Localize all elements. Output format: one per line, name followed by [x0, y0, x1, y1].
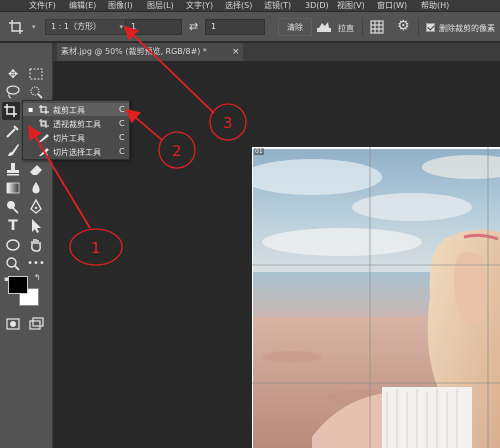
menu-window[interactable]: 窗口(W): [377, 0, 407, 11]
flyout-label: 裁剪工具: [53, 106, 85, 115]
straighten-label[interactable]: 拉直: [338, 23, 354, 34]
flyout-shortcut: C: [119, 105, 125, 114]
swap-dimensions-icon[interactable]: ⇄: [189, 20, 198, 33]
clone-stamp-tool-icon[interactable]: [4, 160, 22, 178]
move-tool-icon[interactable]: ✥: [4, 65, 22, 83]
options-bar: ▾ 1 : 1（方形） ▾ 1 ⇄ 1 清除 拉直 ⚙ 删除裁剪的像素: [0, 12, 500, 42]
quick-mask-icon[interactable]: [4, 315, 22, 333]
ratio-select[interactable]: 1 : 1（方形） ▾: [45, 19, 129, 35]
height-field[interactable]: 1: [205, 19, 265, 35]
flyout-shortcut: C: [119, 119, 125, 128]
close-icon[interactable]: ×: [232, 43, 240, 61]
brush-tool-icon[interactable]: [4, 141, 22, 159]
lasso-tool-icon[interactable]: [4, 83, 22, 101]
pen-tool-icon[interactable]: [27, 198, 45, 216]
grid-overlay-icon[interactable]: [370, 20, 384, 34]
flyout-shortcut: C: [119, 147, 125, 156]
menu-3d[interactable]: 3D(D): [305, 0, 329, 11]
ellipse-tool-icon[interactable]: [4, 236, 22, 254]
type-tool-icon[interactable]: T: [4, 217, 22, 235]
crop-icon: [39, 105, 49, 114]
menu-image[interactable]: 图像(I): [108, 0, 133, 11]
crop-tool-flyout: ▪ 裁剪工具 C 透视裁剪工具 C 切片工具 C 切片选择工具 C: [22, 100, 130, 160]
zoom-tool-icon[interactable]: [4, 255, 22, 273]
crop-tool-preset-icon[interactable]: [6, 18, 30, 36]
document-tab[interactable]: 素材.jpg @ 50% (裁剪预览, RGB/8#) * ×: [57, 43, 243, 61]
divider: [418, 18, 419, 36]
width-field[interactable]: 1: [125, 19, 182, 35]
menu-bar: 文件(F) 编辑(E) 图像(I) 图层(L) 文字(Y) 选择(S) 滤镜(T…: [0, 0, 500, 12]
delete-cropped-checkbox[interactable]: [426, 23, 435, 32]
flyout-item-perspective-crop[interactable]: 透视裁剪工具 C: [23, 117, 129, 130]
divider: [362, 18, 363, 36]
flyout-item-slice[interactable]: 切片工具 C: [23, 131, 129, 144]
menu-type[interactable]: 文字(Y): [186, 0, 213, 11]
blur-tool-icon[interactable]: [27, 179, 45, 197]
screen-mode-icon[interactable]: [27, 315, 45, 333]
flyout-label: 透视裁剪工具: [53, 120, 101, 129]
menu-file[interactable]: 文件(F): [29, 0, 56, 11]
delete-cropped-label[interactable]: 删除裁剪的像素: [439, 23, 495, 34]
document-tab-bar: 素材.jpg @ 50% (裁剪预览, RGB/8#) * ×: [53, 43, 500, 61]
menu-layer[interactable]: 图层(L): [147, 0, 174, 11]
document-canvas[interactable]: 01: [252, 147, 500, 448]
document-tab-title: 素材.jpg @ 50% (裁剪预览, RGB/8#) *: [61, 47, 207, 56]
slice-icon: [39, 134, 49, 142]
menu-help[interactable]: 帮助(H): [421, 0, 449, 11]
straighten-icon[interactable]: [316, 20, 332, 33]
menu-edit[interactable]: 编辑(E): [69, 0, 96, 11]
crop-index-label: 01: [254, 148, 264, 155]
flyout-item-crop[interactable]: ▪ 裁剪工具 C: [23, 103, 129, 116]
flyout-item-slice-select[interactable]: 切片选择工具 C: [23, 145, 129, 158]
chevron-down-icon[interactable]: ▾: [32, 23, 36, 31]
more-tools-icon[interactable]: •••: [27, 255, 45, 273]
quick-select-tool-icon[interactable]: [27, 83, 45, 101]
menu-select[interactable]: 选择(S): [225, 0, 252, 11]
flyout-label: 切片工具: [53, 134, 85, 143]
gradient-tool-icon[interactable]: [4, 179, 22, 197]
foreground-color-swatch[interactable]: [8, 276, 28, 294]
path-selection-tool-icon[interactable]: [27, 217, 45, 235]
menu-filter[interactable]: 滤镜(T): [264, 0, 291, 11]
perspective-crop-icon: [39, 119, 49, 128]
ratio-select-value: 1 : 1（方形）: [51, 22, 101, 31]
flyout-shortcut: C: [119, 133, 125, 142]
slice-select-icon: [39, 148, 49, 157]
eyedropper-tool-icon[interactable]: [4, 122, 22, 140]
marquee-tool-icon[interactable]: [27, 65, 45, 83]
clear-button[interactable]: 清除: [278, 18, 312, 36]
hand-tool-icon[interactable]: [27, 236, 45, 254]
menu-view[interactable]: 视图(V): [337, 0, 365, 11]
chevron-down-icon: ▾: [119, 23, 123, 31]
dodge-tool-icon[interactable]: [4, 198, 22, 216]
crop-tool-icon[interactable]: [2, 102, 20, 120]
flyout-label: 切片选择工具: [53, 148, 101, 157]
photo-image: [252, 147, 500, 448]
selected-bullet-icon: ▪: [28, 105, 34, 114]
swap-colors-icon[interactable]: ↰: [34, 273, 41, 282]
eraser-tool-icon[interactable]: [27, 160, 45, 178]
gear-icon[interactable]: ⚙: [397, 18, 410, 34]
